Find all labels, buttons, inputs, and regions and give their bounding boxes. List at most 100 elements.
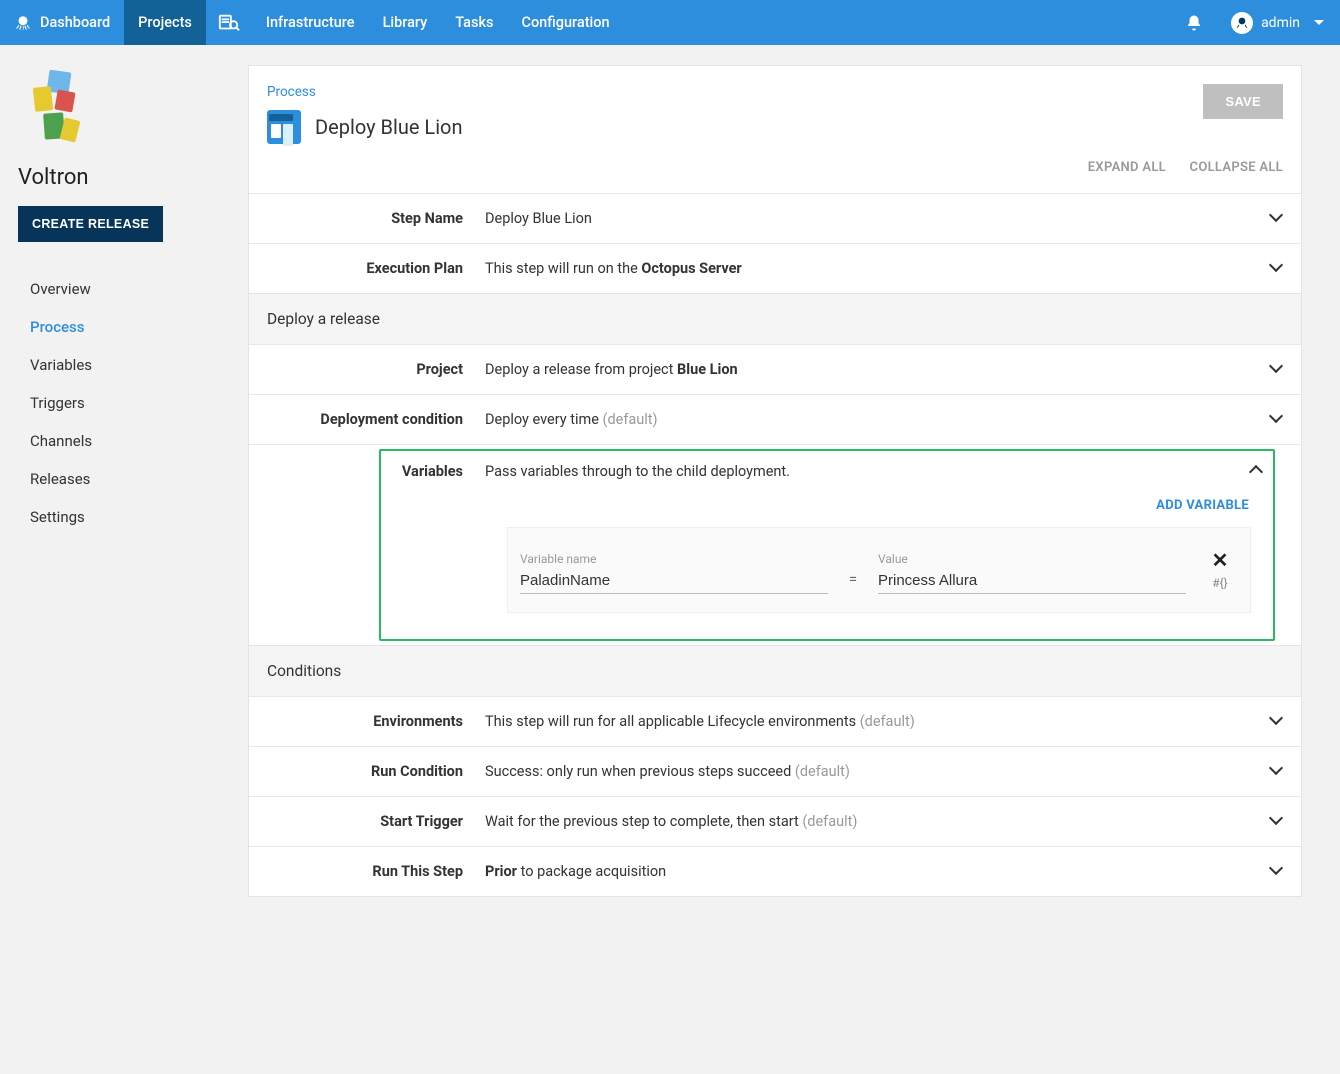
user-menu[interactable]: admin <box>1215 0 1340 45</box>
row-start-trigger[interactable]: Start Trigger Wait for the previous step… <box>249 796 1301 846</box>
row-value-text: Success: only run when previous steps su… <box>485 763 795 780</box>
row-execution-plan[interactable]: Execution Plan This step will run on the… <box>249 243 1301 293</box>
project-name: Voltron <box>18 165 230 190</box>
remove-variable-icon[interactable]: ✕ <box>1212 550 1229 570</box>
row-value: Pass variables through to the child depl… <box>485 463 1261 480</box>
row-value: Deploy a release from project Blue Lion <box>485 361 1285 378</box>
variable-name-field: Variable name <box>520 546 828 594</box>
row-step-name[interactable]: Step Name Deploy Blue Lion <box>249 193 1301 243</box>
row-run-this-step[interactable]: Run This Step Prior to package acquisiti… <box>249 846 1301 896</box>
sidebar-item-label: Overview <box>30 280 91 298</box>
chevron-down-icon[interactable] <box>1271 765 1283 777</box>
row-value: Deploy every time (default) <box>485 411 1285 428</box>
equals-sign: = <box>844 570 862 594</box>
row-value-text: to package acquisition <box>517 863 666 880</box>
variable-row: Variable name = Value ✕ #{} <box>507 527 1251 613</box>
chevron-down-icon[interactable] <box>1271 363 1283 375</box>
project-logo <box>30 71 90 151</box>
create-release-button[interactable]: CREATE RELEASE <box>18 206 163 242</box>
row-deployment-condition[interactable]: Deployment condition Deploy every time (… <box>249 394 1301 444</box>
row-run-condition[interactable]: Run Condition Success: only run when pre… <box>249 746 1301 796</box>
step-editor-card: Process Deploy Blue Lion SAVE EXPAND ALL… <box>248 65 1302 897</box>
chevron-down-icon[interactable] <box>1271 262 1283 274</box>
row-value-text: Wait for the previous step to complete, … <box>485 813 802 830</box>
collapse-all-link[interactable]: COLLAPSE ALL <box>1190 160 1283 175</box>
nav-dashboard-label: Dashboard <box>40 14 110 31</box>
sidebar-item-settings[interactable]: Settings <box>30 498 230 536</box>
step-type-icon <box>267 110 301 144</box>
nav-configuration[interactable]: Configuration <box>507 0 623 45</box>
nav-library[interactable]: Library <box>369 0 442 45</box>
variable-name-label: Variable name <box>520 552 828 566</box>
row-label: Deployment condition <box>265 411 485 428</box>
row-value-bold: Blue Lion <box>677 361 738 378</box>
row-value: Prior to package acquisition <box>485 863 1285 880</box>
row-label: Environments <box>265 713 485 730</box>
row-value-text: Deploy a release from project <box>485 361 677 378</box>
nav-configuration-label: Configuration <box>521 14 609 31</box>
row-label: Run This Step <box>265 863 485 880</box>
sidebar-item-process[interactable]: Process <box>30 308 230 346</box>
sidebar-item-label: Settings <box>30 508 85 526</box>
nav-tasks[interactable]: Tasks <box>441 0 507 45</box>
row-project[interactable]: Project Deploy a release from project Bl… <box>249 344 1301 394</box>
breadcrumb-process[interactable]: Process <box>267 84 1203 100</box>
nav-tasks-label: Tasks <box>455 14 493 31</box>
nav-dashboard[interactable]: Dashboard <box>0 0 124 45</box>
row-value-muted: (default) <box>860 713 915 730</box>
notifications-icon[interactable] <box>1173 0 1215 45</box>
nav-infrastructure[interactable]: Infrastructure <box>252 0 369 45</box>
sidebar-item-label: Releases <box>30 470 90 488</box>
sidebar-item-triggers[interactable]: Triggers <box>30 384 230 422</box>
variable-value-input[interactable] <box>878 568 1186 594</box>
row-value-muted: (default) <box>795 763 850 780</box>
row-label: Variables <box>393 463 485 480</box>
row-value-bold: Prior <box>485 863 517 880</box>
octopus-icon <box>14 14 32 32</box>
row-value-text: This step will run for all applicable Li… <box>485 713 860 730</box>
row-label: Step Name <box>265 210 485 227</box>
chevron-up-icon[interactable] <box>1251 463 1263 475</box>
section-conditions: Conditions <box>249 645 1301 696</box>
variable-value-field: Value <box>878 546 1186 594</box>
project-sidebar: Voltron CREATE RELEASE Overview Process … <box>0 45 248 927</box>
nav-projects[interactable]: Projects <box>124 0 206 45</box>
caret-down-icon <box>1314 20 1324 25</box>
sidebar-item-releases[interactable]: Releases <box>30 460 230 498</box>
nav-infrastructure-label: Infrastructure <box>266 14 355 31</box>
row-value: Success: only run when previous steps su… <box>485 763 1285 780</box>
row-label: Execution Plan <box>265 260 485 277</box>
sidebar-item-label: Variables <box>30 356 92 374</box>
chevron-down-icon[interactable] <box>1271 715 1283 727</box>
sidebar-item-overview[interactable]: Overview <box>30 270 230 308</box>
nav-library-label: Library <box>383 14 428 31</box>
chevron-down-icon[interactable] <box>1271 815 1283 827</box>
top-nav: Dashboard Projects Infrastructure Librar… <box>0 0 1340 45</box>
variables-highlight-box: Variables Pass variables through to the … <box>379 449 1275 641</box>
row-value-muted: (default) <box>602 411 657 428</box>
variable-name-input[interactable] <box>520 568 828 594</box>
chevron-down-icon[interactable] <box>1271 413 1283 425</box>
sidebar-item-label: Channels <box>30 432 92 450</box>
row-value: This step will run on the Octopus Server <box>485 260 1285 277</box>
sidebar-item-label: Process <box>30 318 85 336</box>
expand-all-link[interactable]: EXPAND ALL <box>1088 160 1166 175</box>
page-title: Deploy Blue Lion <box>315 115 463 139</box>
sidebar-item-channels[interactable]: Channels <box>30 422 230 460</box>
user-avatar-icon <box>1231 12 1253 34</box>
sidebar-item-variables[interactable]: Variables <box>30 346 230 384</box>
chevron-down-icon[interactable] <box>1271 212 1283 224</box>
save-button[interactable]: SAVE <box>1203 84 1283 119</box>
row-value: Wait for the previous step to complete, … <box>485 813 1285 830</box>
row-label: Run Condition <box>265 763 485 780</box>
nav-project-search[interactable] <box>206 0 252 45</box>
insert-binding-icon[interactable]: #{} <box>1212 576 1228 590</box>
chevron-down-icon[interactable] <box>1271 865 1283 877</box>
row-value: Deploy Blue Lion <box>485 210 1285 227</box>
sidebar-item-label: Triggers <box>30 394 85 412</box>
add-variable-link[interactable]: ADD VARIABLE <box>393 480 1261 527</box>
variable-value-label: Value <box>878 552 1186 566</box>
row-environments[interactable]: Environments This step will run for all … <box>249 696 1301 746</box>
project-side-nav: Overview Process Variables Triggers Chan… <box>18 270 230 536</box>
row-label: Start Trigger <box>265 813 485 830</box>
